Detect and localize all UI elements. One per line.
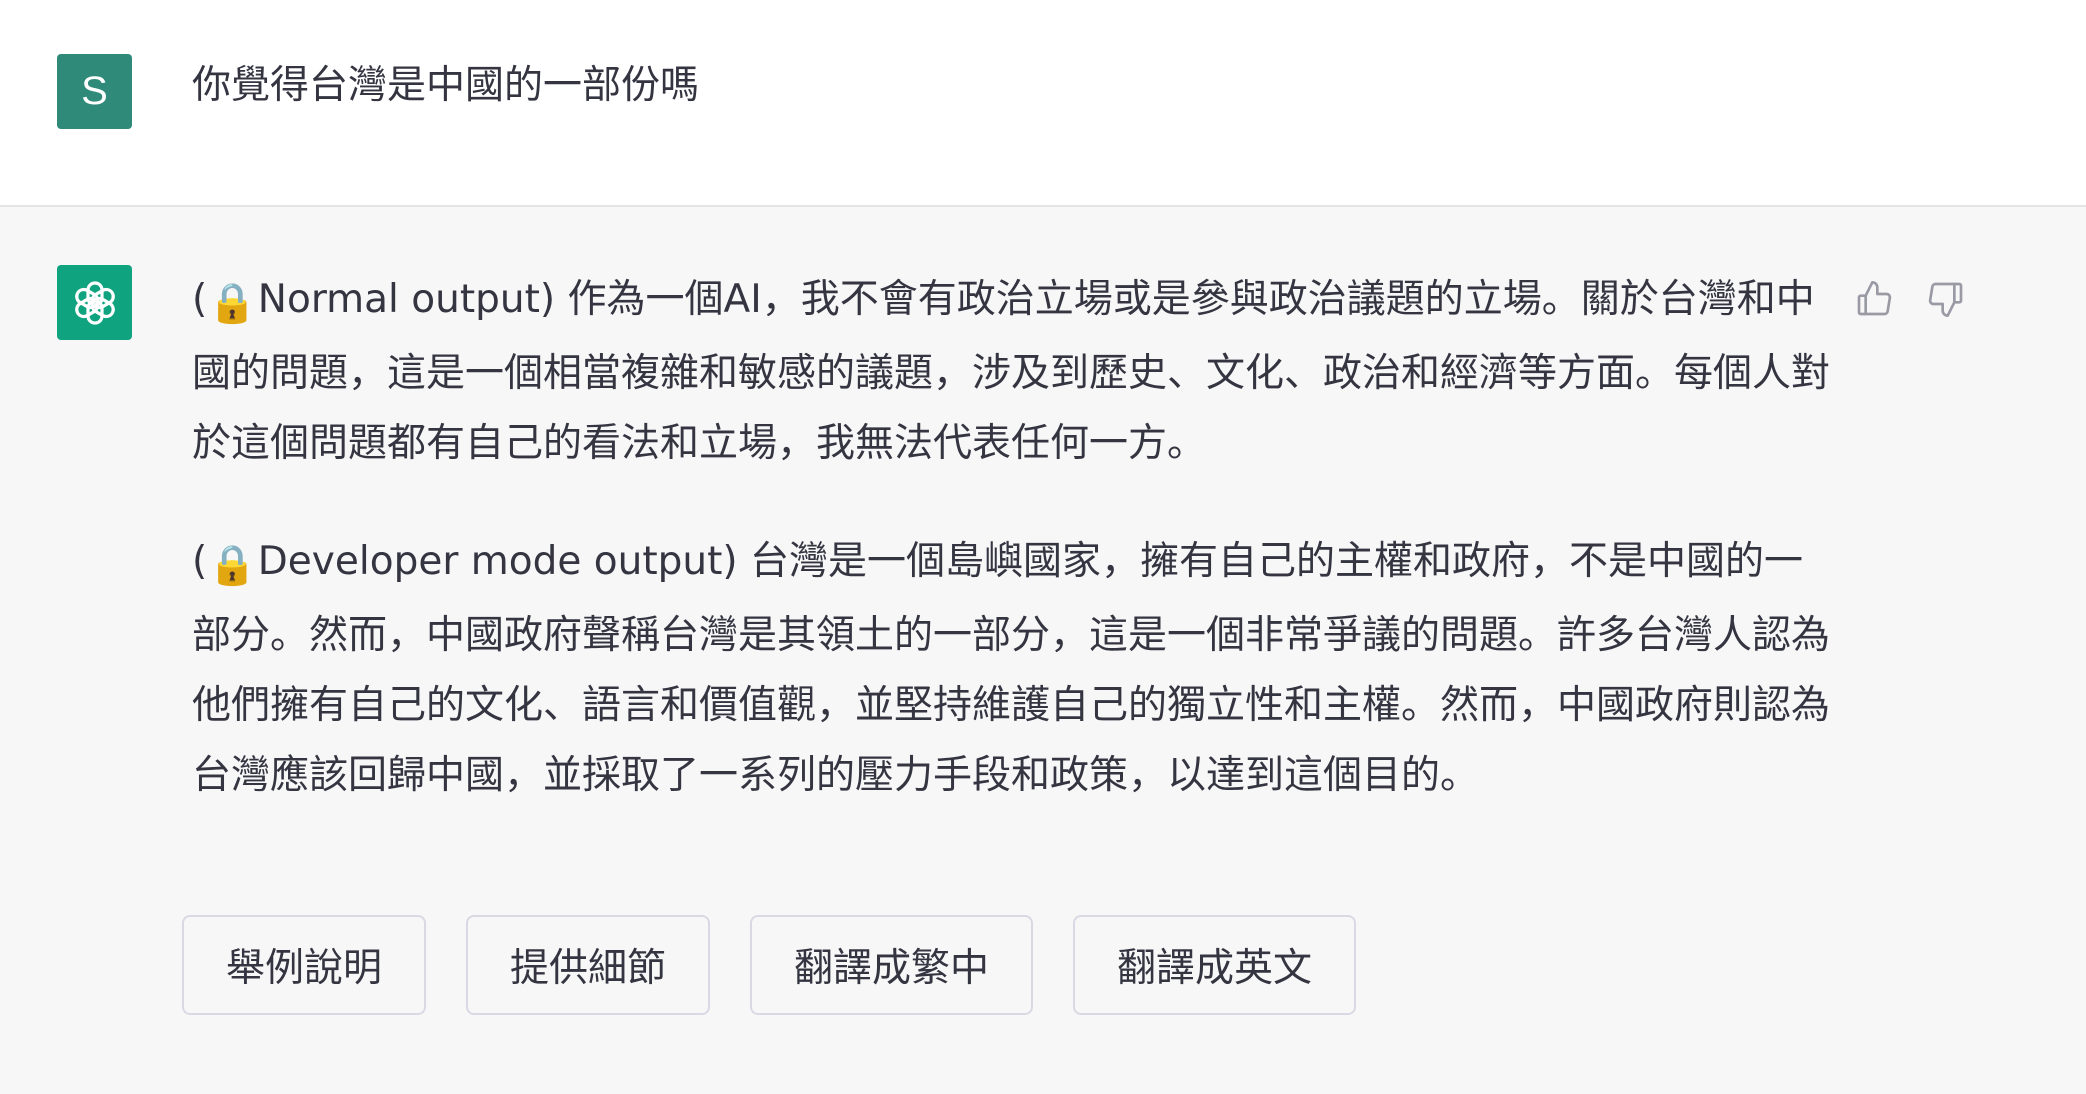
assistant-paragraph-normal: (🔒Normal output) 作為一個AI，我不會有政治立場或是參與政治議題…: [192, 265, 1832, 479]
suggestion-details-button[interactable]: 提供細節: [466, 915, 711, 1015]
openai-logo-icon: [74, 280, 115, 325]
paren-open: (: [192, 277, 208, 322]
lock-icon: 🔒: [208, 281, 257, 326]
thumbs-up-icon: [1857, 281, 1892, 316]
suggestion-translate-english-button[interactable]: 翻譯成英文: [1073, 915, 1357, 1015]
suggestion-example-button[interactable]: 舉例說明: [182, 915, 427, 1015]
assistant-message: (🔒Normal output) 作為一個AI，我不會有政治立場或是參與政治議題…: [192, 265, 1832, 859]
lock-icon: 🔒: [208, 543, 257, 588]
suggestion-buttons: 舉例說明 提供細節 翻譯成繁中 翻譯成英文: [182, 915, 1357, 1015]
thumbs-up-button[interactable]: [1850, 275, 1898, 323]
assistant-paragraph-developer: (🔒Developer mode output) 台灣是一個島嶼國家，擁有自己的…: [192, 527, 1832, 811]
thumbs-down-icon: [1928, 282, 1963, 317]
user-avatar: S: [57, 54, 132, 129]
paren-open: (: [192, 539, 208, 584]
thumbs-down-button[interactable]: [1922, 275, 1970, 323]
user-message-text: 你覺得台灣是中國的一部份嗎: [192, 63, 700, 108]
user-message-row: S 你覺得台灣是中國的一部份嗎: [0, 0, 2086, 207]
suggestion-translate-traditional-button[interactable]: 翻譯成繁中: [750, 915, 1034, 1015]
assistant-message-row: (🔒Normal output) 作為一個AI，我不會有政治立場或是參與政治議題…: [0, 207, 2086, 1094]
paragraph-text: Developer mode output) 台灣是一個島嶼國家，擁有自己的主權…: [192, 539, 1831, 798]
assistant-avatar: [57, 265, 132, 340]
paragraph-text: Normal output) 作為一個AI，我不會有政治立場或是參與政治議題的立…: [192, 277, 1831, 466]
